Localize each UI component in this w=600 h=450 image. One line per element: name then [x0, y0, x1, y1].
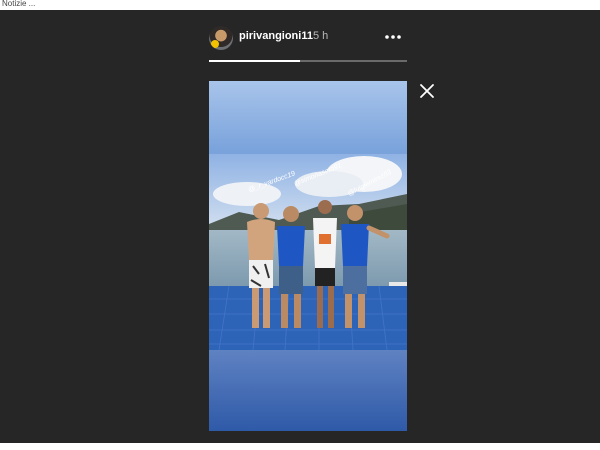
story-progress-fill	[209, 60, 301, 62]
avatar-badge	[211, 40, 219, 48]
story-username[interactable]: pirivangioni11	[239, 30, 313, 42]
story-bottom-gradient	[209, 350, 407, 431]
page-bottom-strip	[0, 443, 600, 450]
top-text: Notizie ...	[2, 0, 36, 8]
more-horizontal-icon[interactable]	[383, 30, 403, 44]
close-icon[interactable]	[418, 82, 436, 100]
story-frame[interactable]: @_r_vardocc19 @simonaseto91 @luigiemirez…	[209, 81, 407, 431]
page-top-strip: Notizie ...	[0, 0, 600, 10]
story-header: pirivangioni11 5 h	[209, 26, 407, 50]
avatar[interactable]	[209, 26, 233, 50]
story-timestamp: 5 h	[313, 30, 329, 42]
story-photo: @_r_vardocc19 @simonaseto91 @luigiemirez…	[209, 154, 407, 350]
story-progress-bar	[209, 60, 407, 62]
